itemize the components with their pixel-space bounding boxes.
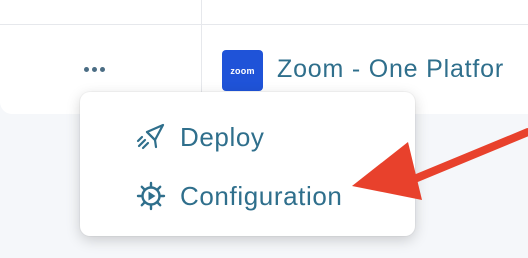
more-actions-button[interactable] — [78, 56, 110, 82]
app-name-link[interactable]: Zoom - One Platfor — [277, 55, 504, 84]
gear-icon — [136, 181, 166, 211]
menu-item-label: Deploy — [180, 121, 265, 152]
app-logo-text: zoom — [230, 65, 255, 76]
annotation-arrow — [352, 128, 528, 200]
row-divider — [0, 24, 528, 25]
menu-item-label: Configuration — [180, 180, 343, 211]
more-horizontal-icon-dot — [99, 66, 105, 72]
more-horizontal-icon-dot — [91, 66, 97, 72]
zoom-logo: zoom — [222, 50, 263, 91]
paper-plane-icon — [136, 123, 165, 150]
more-horizontal-icon — [83, 66, 89, 72]
